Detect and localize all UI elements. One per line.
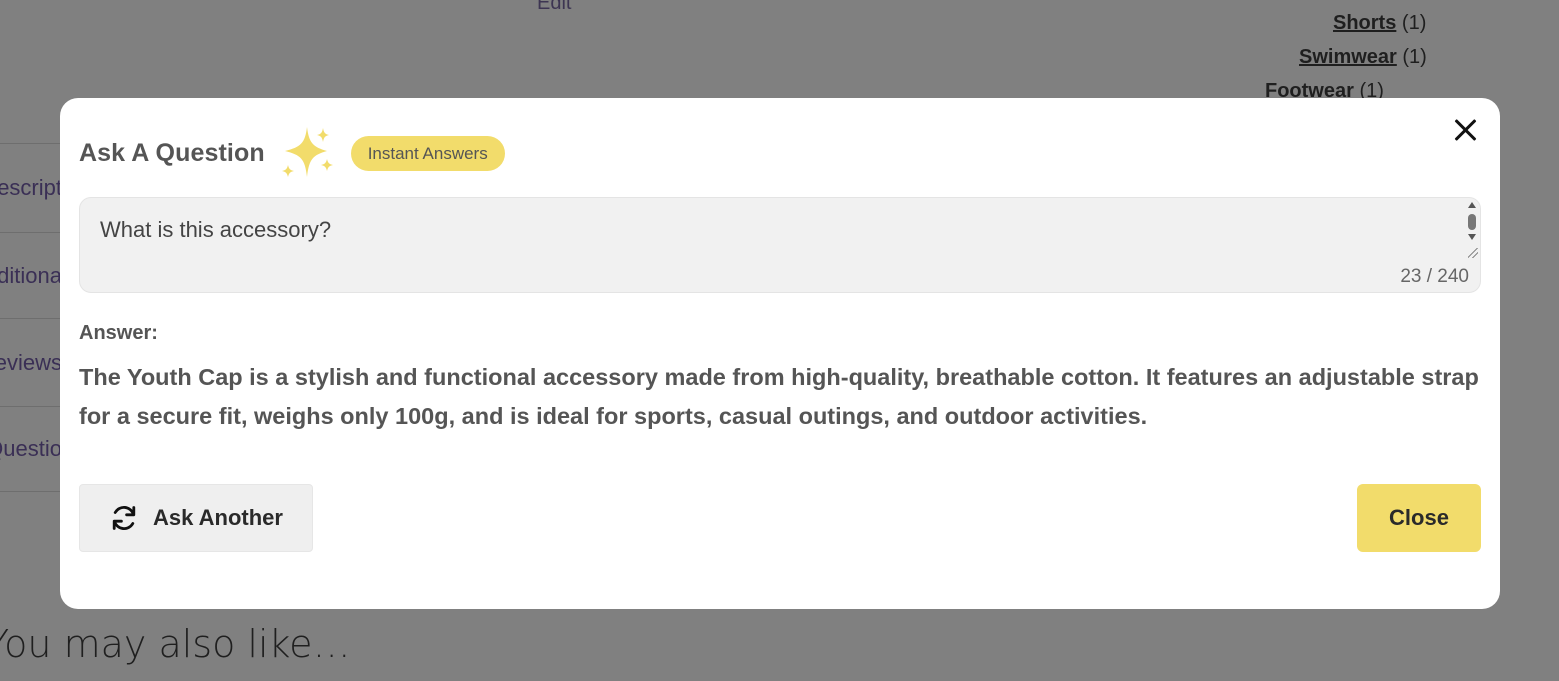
related-products-heading: You may also like… — [0, 622, 351, 666]
close-icon[interactable] — [1452, 116, 1480, 144]
scroll-thumb[interactable] — [1468, 214, 1476, 230]
scroll-up-arrow-icon[interactable] — [1468, 202, 1476, 208]
modal-header: Ask A Question Instant Answers — [79, 125, 505, 181]
category-count: (1) — [1401, 12, 1427, 34]
edit-link[interactable]: Edit — [537, 0, 571, 15]
tab-description[interactable]: Descript — [0, 143, 62, 232]
instant-answers-badge: Instant Answers — [350, 135, 505, 171]
question-field-container: What is this accessory? 23 / 240 — [79, 197, 1481, 293]
ask-question-modal: Ask A Question Instant Answers What is t… — [60, 98, 1500, 609]
category-item-swimwear[interactable]: Swimwear (1) — [1299, 46, 1427, 69]
character-counter: 23 / 240 — [1400, 266, 1469, 287]
category-link[interactable]: Swimwear — [1299, 46, 1397, 68]
category-link[interactable]: Shorts — [1333, 12, 1396, 34]
category-count: (1) — [1402, 46, 1427, 68]
answer-text: The Youth Cap is a stylish and functiona… — [79, 364, 1479, 429]
resize-handle-icon[interactable] — [1468, 248, 1478, 258]
modal-title: Ask A Question — [79, 138, 265, 167]
question-input[interactable]: What is this accessory? — [100, 217, 1440, 257]
tab-additional-information[interactable]: Additiona — [0, 232, 62, 318]
product-tabs: Descript Additiona Reviews Questio — [0, 143, 62, 492]
ask-another-label: Ask Another — [153, 505, 283, 530]
category-item-shorts[interactable]: Shorts (1) — [1333, 12, 1426, 35]
ask-another-button[interactable]: Ask Another — [79, 484, 313, 552]
tab-reviews[interactable]: Reviews — [0, 318, 62, 406]
answer-label: Answer: — [79, 322, 158, 344]
scroll-down-arrow-icon[interactable] — [1468, 234, 1476, 240]
refresh-icon — [112, 505, 136, 531]
close-button[interactable]: Close — [1357, 484, 1481, 552]
sparkle-icon — [281, 127, 333, 177]
tab-questions[interactable]: Questio — [0, 406, 62, 492]
